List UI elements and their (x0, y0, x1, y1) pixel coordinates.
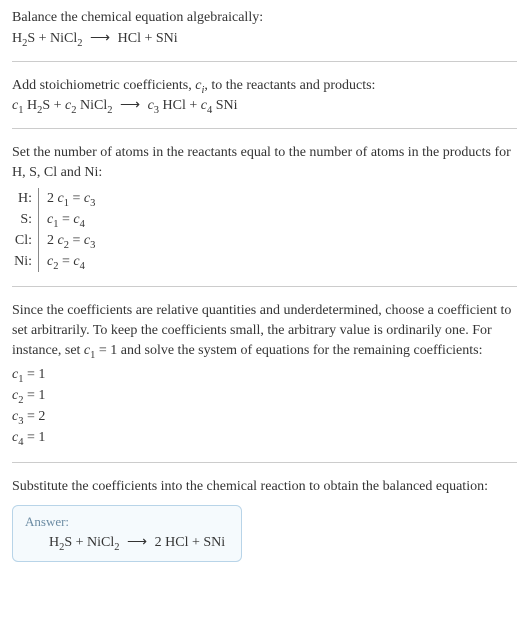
section-add-coefficients: Add stoichiometric coefficients, ci, to … (12, 76, 517, 130)
answer-box: Answer: H2S + NiCl2 ⟶ 2 HCl + SNi (12, 505, 242, 562)
atom-equation: 2 c2 = c3 (38, 230, 95, 251)
atom-label: Cl: (12, 230, 38, 251)
list-item: c2 = 1 (12, 385, 517, 406)
coefficient-list: c1 = 1 c2 = 1 c3 = 2 c4 = 1 (12, 364, 517, 448)
heading-solve: Since the coefficients are relative quan… (12, 301, 517, 360)
answer-equation: H2S + NiCl2 ⟶ 2 HCl + SNi (25, 534, 229, 551)
heading-add-coefficients: Add stoichiometric coefficients, ci, to … (12, 76, 517, 96)
atom-equation: 2 c1 = c3 (38, 188, 95, 209)
list-item: c4 = 1 (12, 427, 517, 448)
table-row: H: 2 c1 = c3 (12, 188, 517, 209)
heading-substitute: Substitute the coefficients into the che… (12, 477, 517, 497)
list-item: c3 = 2 (12, 406, 517, 427)
equation-with-coefficients: c1 H2S + c2 NiCl2 ⟶ c3 HCl + c4 SNi (12, 97, 517, 114)
equation-unbalanced: H2S + NiCl2 ⟶ HCl + SNi (12, 30, 517, 47)
atom-label: H: (12, 188, 38, 209)
table-row: S: c1 = c4 (12, 209, 517, 230)
atom-label: Ni: (12, 251, 38, 272)
section-balance-prompt: Balance the chemical equation algebraica… (12, 8, 517, 62)
atom-equation: c1 = c4 (38, 209, 85, 230)
section-solve: Since the coefficients are relative quan… (12, 301, 517, 463)
section-atom-balance: Set the number of atoms in the reactants… (12, 143, 517, 287)
atom-equation: c2 = c4 (38, 251, 85, 272)
atom-label: S: (12, 209, 38, 230)
section-result: Substitute the coefficients into the che… (12, 477, 517, 562)
answer-label: Answer: (25, 514, 229, 530)
table-row: Cl: 2 c2 = c3 (12, 230, 517, 251)
heading-balance: Balance the chemical equation algebraica… (12, 8, 517, 28)
atom-balance-table: H: 2 c1 = c3 S: c1 = c4 Cl: 2 c2 = c3 Ni… (12, 188, 517, 272)
list-item: c1 = 1 (12, 364, 517, 385)
table-row: Ni: c2 = c4 (12, 251, 517, 272)
heading-atom-balance: Set the number of atoms in the reactants… (12, 143, 517, 182)
